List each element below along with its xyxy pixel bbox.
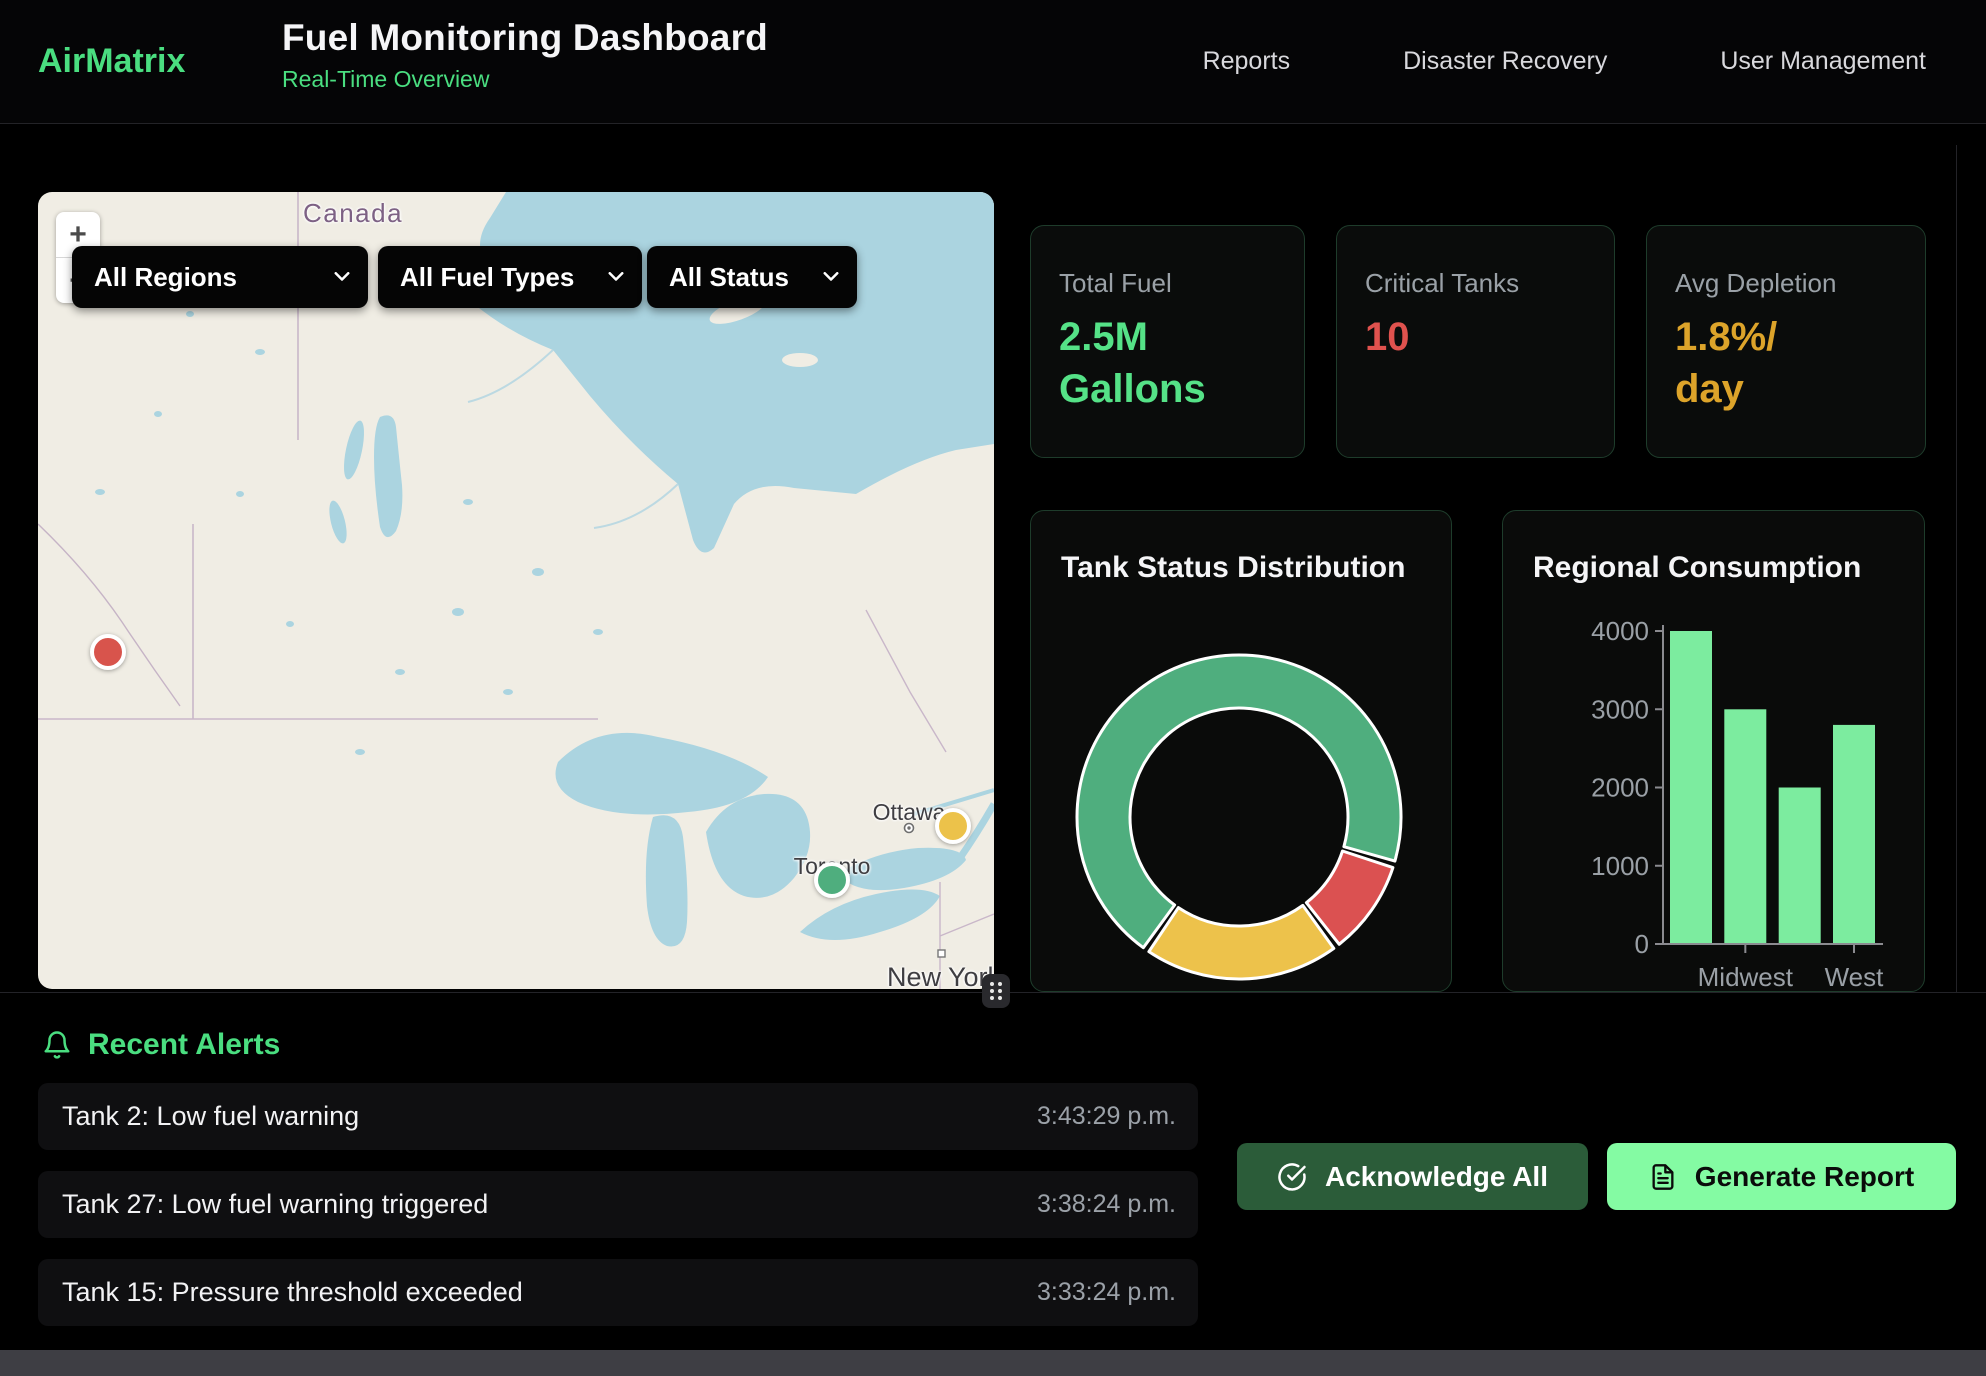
alert-timestamp: 3:33:24 p.m.	[1037, 1278, 1176, 1307]
y-tick-label: 1000	[1591, 851, 1649, 881]
stat-label: Total Fuel	[1059, 268, 1276, 299]
chart-title: Tank Status Distribution	[1061, 551, 1405, 585]
nav-item-reports[interactable]: Reports	[1203, 47, 1291, 76]
check-circle-icon	[1277, 1162, 1307, 1192]
alert-timestamp: 3:38:24 p.m.	[1037, 1190, 1176, 1219]
alert-message: Tank 15: Pressure threshold exceeded	[62, 1277, 523, 1308]
button-label: Generate Report	[1695, 1161, 1914, 1193]
doughnut-slice-warning	[1149, 905, 1334, 979]
nav-item-disaster-recovery[interactable]: Disaster Recovery	[1403, 47, 1607, 76]
page-subtitle: Real-Time Overview	[282, 66, 768, 93]
stat-card-critical-tanks: Critical Tanks 10	[1336, 225, 1615, 458]
tank-marker-critical[interactable]	[90, 634, 126, 670]
alert-message: Tank 2: Low fuel warning	[62, 1101, 359, 1132]
bar-3	[1833, 725, 1875, 944]
main-nav: Reports Disaster Recovery User Managemen…	[1203, 0, 1926, 123]
region-filter-value: All Regions	[94, 262, 237, 293]
fuel-type-filter-dropdown[interactable]: All Fuel Types	[378, 246, 642, 308]
stat-card-total-fuel: Total Fuel 2.5MGallons	[1030, 225, 1305, 458]
region-filter-dropdown[interactable]: All Regions	[72, 246, 368, 308]
recent-alerts-title: Recent Alerts	[88, 1028, 280, 1062]
alert-timestamp: 3:43:29 p.m.	[1037, 1102, 1176, 1131]
grip-dots-icon	[988, 980, 1004, 1002]
header-titles: Fuel Monitoring Dashboard Real-Time Over…	[282, 17, 768, 93]
horizontal-scrollbar[interactable]	[0, 1350, 1986, 1376]
button-label: Acknowledge All	[1325, 1161, 1548, 1193]
y-tick-label: 0	[1635, 929, 1649, 959]
bar-0	[1670, 631, 1712, 944]
status-filter-value: All Status	[669, 262, 789, 293]
map-label-canada: Canada	[303, 198, 403, 229]
brand-logo[interactable]: AirMatrix	[38, 0, 185, 123]
alert-row[interactable]: Tank 2: Low fuel warning 3:43:29 p.m.	[38, 1083, 1198, 1150]
y-tick-label: 3000	[1591, 694, 1649, 724]
chevron-down-icon	[608, 272, 624, 282]
stat-label: Avg Depletion	[1675, 268, 1897, 299]
acknowledge-all-button[interactable]: Acknowledge All	[1237, 1143, 1588, 1210]
chevron-down-icon	[823, 272, 839, 282]
x-tick-label: West	[1825, 962, 1885, 991]
chevron-down-icon	[334, 272, 350, 282]
alert-row[interactable]: Tank 15: Pressure threshold exceeded 3:3…	[38, 1259, 1198, 1326]
tank-map[interactable]: Canada Ottawa Toronto New York + − All R…	[38, 192, 994, 989]
recent-alerts-header: Recent Alerts	[42, 1028, 280, 1062]
stat-value: 1.8%/day	[1675, 311, 1897, 415]
alert-message: Tank 27: Low fuel warning triggered	[62, 1189, 488, 1220]
alert-row[interactable]: Tank 27: Low fuel warning triggered 3:38…	[38, 1171, 1198, 1238]
stat-label: Critical Tanks	[1365, 268, 1586, 299]
stat-card-avg-depletion: Avg Depletion 1.8%/day	[1646, 225, 1926, 458]
app-header: AirMatrix Fuel Monitoring Dashboard Real…	[0, 0, 1986, 124]
status-filter-dropdown[interactable]: All Status	[647, 246, 857, 308]
y-tick-label: 4000	[1591, 616, 1649, 646]
document-icon	[1649, 1163, 1677, 1191]
y-tick-label: 2000	[1591, 773, 1649, 803]
nav-item-user-management[interactable]: User Management	[1720, 47, 1926, 76]
generate-report-button[interactable]: Generate Report	[1607, 1143, 1956, 1210]
tank-status-distribution-card: Tank Status Distribution	[1030, 510, 1452, 992]
map-resize-handle[interactable]	[982, 974, 1010, 1008]
stat-value: 10	[1365, 311, 1586, 363]
x-tick-label: Midwest	[1698, 962, 1794, 991]
tank-marker-warning[interactable]	[935, 808, 971, 844]
fuel-type-filter-value: All Fuel Types	[400, 262, 574, 293]
bar-1	[1724, 709, 1766, 944]
section-divider-vertical	[1956, 145, 1957, 992]
regional-consumption-card: Regional Consumption 0 1000 2000 3000 4000 Mi…	[1502, 510, 1925, 992]
map-label-new-york: New York	[887, 962, 994, 989]
stat-value: 2.5MGallons	[1059, 311, 1276, 415]
chart-title: Regional Consumption	[1533, 551, 1861, 585]
page-title: Fuel Monitoring Dashboard	[282, 17, 768, 59]
fuel-monitoring-dashboard: AirMatrix Fuel Monitoring Dashboard Real…	[0, 0, 1986, 1376]
bell-icon	[42, 1029, 72, 1061]
tank-marker-normal[interactable]	[814, 862, 850, 898]
bar-2	[1779, 788, 1821, 945]
